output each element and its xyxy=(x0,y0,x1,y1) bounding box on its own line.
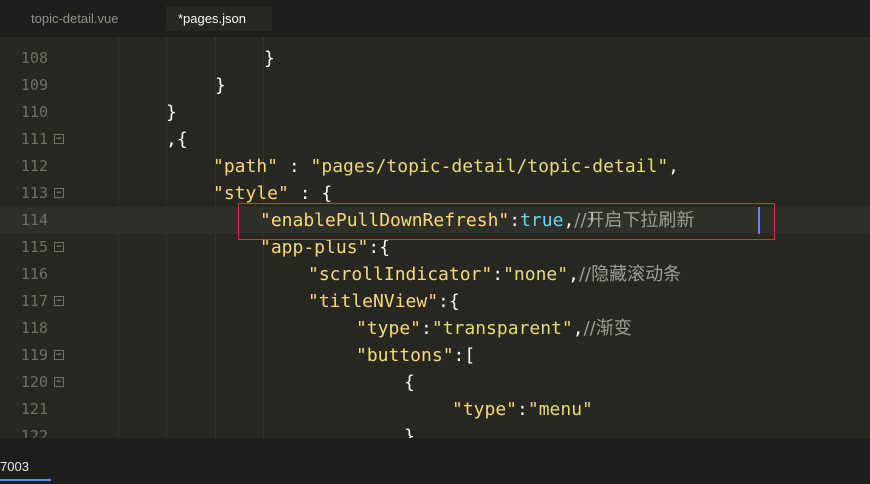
status-bar: 7003 xyxy=(0,438,870,484)
code-line: 119 − "buttons":[ xyxy=(0,342,870,369)
line-number: 112 xyxy=(20,157,48,175)
code-line: 115 − "app-plus":{ xyxy=(0,234,870,261)
status-text[interactable]: 7003 xyxy=(0,459,29,474)
code-line: 116 "scrollIndicator":"none",//隐藏滚动条 xyxy=(0,261,870,288)
tab-topic-detail-vue[interactable]: topic-detail.vue xyxy=(19,6,130,31)
code-text: "path" : "pages/topic-detail/topic-detai… xyxy=(213,156,680,177)
line-number: 111 xyxy=(20,130,48,148)
line-number: 117 xyxy=(20,292,48,310)
code-line: 110 } xyxy=(0,99,870,126)
code-line-current: 114 "enablePullDownRefresh":true,//开启下拉刷… xyxy=(0,207,870,234)
code-line: 118 "type":"transparent",//渐变 xyxy=(0,315,870,342)
line-number: 116 xyxy=(20,265,48,283)
code-text: "app-plus":{ xyxy=(260,237,391,258)
line-number: 115 xyxy=(20,238,48,256)
code-text: "titleNView":{ xyxy=(308,291,460,312)
code-line: 121 "type":"menu" xyxy=(0,396,870,423)
code-text: "scrollIndicator":"none",//隐藏滚动条 xyxy=(308,264,682,285)
line-number: 121 xyxy=(20,400,48,418)
line-number: 110 xyxy=(20,103,48,121)
line-number: 118 xyxy=(20,319,48,337)
code-text: "enablePullDownRefresh":true,//开启下拉刷新 xyxy=(260,210,695,231)
code-line: 120 − { xyxy=(0,369,870,396)
fold-toggle-icon[interactable]: − xyxy=(54,296,64,306)
line-number: 120 xyxy=(20,373,48,391)
line-number: 114 xyxy=(20,211,48,229)
code-text: } xyxy=(404,426,415,438)
code-text: } xyxy=(166,102,177,123)
code-text: } xyxy=(215,75,226,96)
ibeam-cursor-icon: I xyxy=(590,209,594,225)
text-cursor xyxy=(758,207,760,234)
code-text: "buttons":[ xyxy=(356,345,476,366)
code-text: } xyxy=(264,48,275,69)
code-line: 113 − "style" : { xyxy=(0,180,870,207)
tab-bar: topic-detail.vue *pages.json xyxy=(0,0,870,37)
code-text: "type":"transparent",//渐变 xyxy=(356,318,632,339)
code-line: 108 } xyxy=(0,45,870,72)
code-line: 109 } xyxy=(0,72,870,99)
status-underline xyxy=(0,479,51,481)
code-line: 111 − ,{ xyxy=(0,126,870,153)
line-number: 108 xyxy=(20,49,48,67)
code-text: "type":"menu" xyxy=(452,399,593,420)
code-text: ,{ xyxy=(166,129,188,150)
fold-toggle-icon[interactable]: − xyxy=(54,242,64,252)
code-line: 117 − "titleNView":{ xyxy=(0,288,870,315)
fold-toggle-icon[interactable]: − xyxy=(54,350,64,360)
code-line: 112 "path" : "pages/topic-detail/topic-d… xyxy=(0,153,870,180)
line-number: 113 xyxy=(20,184,48,202)
code-text: { xyxy=(404,372,415,393)
code-line: 122 } xyxy=(0,423,870,438)
line-number: 122 xyxy=(20,427,48,438)
line-number: 119 xyxy=(20,346,48,364)
tab-pages-json[interactable]: *pages.json xyxy=(166,6,272,31)
line-number: 109 xyxy=(20,76,48,94)
fold-toggle-icon[interactable]: − xyxy=(54,377,64,387)
fold-toggle-icon[interactable]: − xyxy=(54,134,64,144)
code-text: "style" : { xyxy=(213,183,333,204)
code-editor[interactable]: 108 } 109 } 110 } 111 − ,{ 112 "path" : … xyxy=(0,37,870,438)
fold-toggle-icon[interactable]: − xyxy=(54,188,64,198)
